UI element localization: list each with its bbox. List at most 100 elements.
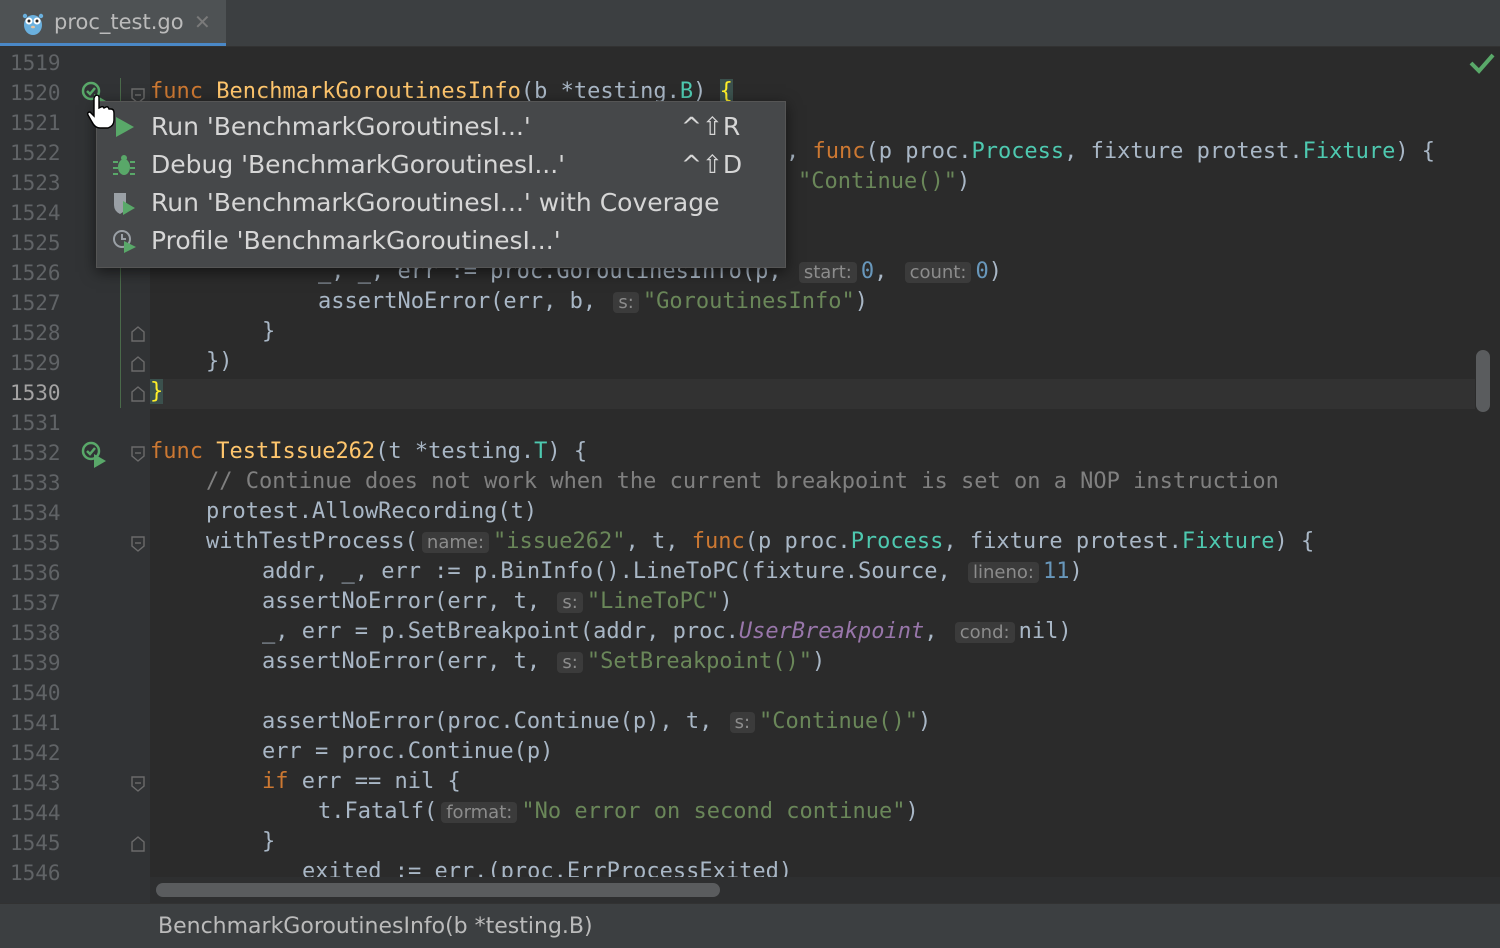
code-line-1523: "Continue()") <box>798 169 970 194</box>
run-context-menu: Run 'BenchmarkGoroutinesI...' ^⇧R Debug … <box>96 101 786 268</box>
coverage-icon <box>114 193 135 215</box>
menu-item-debug[interactable]: Debug 'BenchmarkGoroutinesI...' ^⇧D <box>97 146 787 184</box>
param-hint: s: <box>729 712 756 733</box>
fold-icon[interactable] <box>131 536 145 552</box>
string-literal: "issue262" <box>493 529 626 554</box>
code-line-1545: } <box>262 829 276 854</box>
menu-item-profile[interactable]: Profile 'BenchmarkGoroutinesI...' <box>97 222 787 260</box>
line-number: 1522 <box>10 141 61 165</box>
code-line-1541: assertNoError(proc.Continue(p), t, s: "Co… <box>262 709 931 734</box>
fold-end-icon[interactable] <box>131 386 145 402</box>
punct: ) { <box>547 439 588 464</box>
keyword: func <box>812 139 866 164</box>
run-test-gutter-icon[interactable] <box>80 440 108 468</box>
line-number: 1537 <box>10 591 61 615</box>
hand-cursor-icon <box>87 94 115 129</box>
line-number: 1532 <box>10 441 61 465</box>
editor-tab-bar: proc_test.go ✕ <box>0 0 1500 47</box>
line-number: 1546 <box>10 861 61 885</box>
code-line-1533: // Continue does not work when the curre… <box>206 469 1279 494</box>
tab-filename: proc_test.go <box>54 10 184 34</box>
keyword: if <box>262 769 289 794</box>
line-number: 1542 <box>10 741 61 765</box>
code-line-1537: assertNoError(err, t, s: "LineToPC") <box>262 589 733 614</box>
fold-end-icon[interactable] <box>131 356 145 372</box>
params: (t *testing. <box>375 439 535 464</box>
line-number: 1521 <box>10 111 61 135</box>
string-literal: "LineToPC" <box>586 589 720 614</box>
code-line-1522: , func(p proc.Process, fixture protest.F… <box>786 139 1435 164</box>
line-number: 1544 <box>10 801 61 825</box>
code-line-1542: err = proc.Continue(p) <box>262 739 554 764</box>
param-hint: start: <box>798 262 857 283</box>
code-line-1529: }) <box>206 349 233 374</box>
type-name: Fixture <box>1181 529 1275 554</box>
line-number: 1526 <box>10 261 61 285</box>
number-literal: 0 <box>860 259 875 284</box>
string-literal: "SetBreakpoint()" <box>586 649 813 674</box>
profile-icon <box>113 230 136 253</box>
line-number: 1529 <box>10 351 61 375</box>
menu-item-label: Run 'BenchmarkGoroutinesI...' <box>151 112 531 141</box>
line-number: 1540 <box>10 681 61 705</box>
code-line-1536: addr, _, err := p.BinInfo().LineToPC(fix… <box>262 559 1083 584</box>
fold-end-icon[interactable] <box>131 326 145 342</box>
string-literal: "GoroutinesInfo" <box>642 289 855 314</box>
punct: , <box>924 619 951 644</box>
line-number: 1533 <box>10 471 61 495</box>
code-text: _, err = p.SetBreakpoint(addr, proc. <box>262 619 739 644</box>
code-line-1527: assertNoError(err, b, s: "GoroutinesInfo"… <box>318 289 868 314</box>
keyword: func <box>691 529 745 554</box>
line-number: 1536 <box>10 561 61 585</box>
string-literal: "Continue()" <box>759 709 918 734</box>
fold-icon[interactable] <box>131 446 145 462</box>
param-hint: s: <box>557 652 583 673</box>
fold-icon[interactable] <box>131 776 145 792</box>
type-name: Process <box>850 529 944 554</box>
line-number: 1545 <box>10 831 61 855</box>
type-name: Process <box>971 139 1065 164</box>
code-line-1534: protest.AllowRecording(t) <box>206 499 538 524</box>
code-line-1528: } <box>262 319 276 344</box>
line-number: 1527 <box>10 291 61 315</box>
tab-proc-test-go[interactable]: proc_test.go ✕ <box>0 0 226 46</box>
param-hint: format: <box>441 802 518 823</box>
code-text: t.Fatalf( <box>318 799 438 824</box>
horizontal-scrollbar[interactable] <box>150 877 1500 903</box>
line-number: 1543 <box>10 771 61 795</box>
menu-item-label: Debug 'BenchmarkGoroutinesI...' <box>151 150 566 179</box>
line-number: 1531 <box>10 411 61 435</box>
tab-close-icon[interactable]: ✕ <box>194 10 211 34</box>
horizontal-scrollbar-thumb[interactable] <box>156 883 720 897</box>
fold-end-icon[interactable] <box>131 836 145 852</box>
breadcrumb[interactable]: BenchmarkGoroutinesInfo(b *testing.B) <box>158 914 593 939</box>
punct: , t, <box>625 529 692 554</box>
line-number: 1525 <box>10 231 61 255</box>
keyword: func <box>150 439 203 464</box>
code-line-1546: exited := err.(proc.ErrProcessExited) <box>302 859 793 877</box>
code-line-1543: if err == nil { <box>262 769 461 794</box>
number-literal: 0 <box>975 259 989 284</box>
params: , fixture protest. <box>1064 139 1303 164</box>
code-text: err == nil { <box>288 769 461 794</box>
code-text: withTestProcess( <box>206 529 418 554</box>
code-line-1535: withTestProcess(name: "issue262", t, func… <box>206 529 1314 554</box>
menu-item-run[interactable]: Run 'BenchmarkGoroutinesI...' ^⇧R <box>97 108 787 146</box>
code-line-1532: func TestIssue262(t *testing.T) { <box>150 439 587 464</box>
type-name: T <box>534 439 548 464</box>
punct: , <box>786 139 813 164</box>
status-bar: BenchmarkGoroutinesInfo(b *testing.B) <box>0 903 1500 948</box>
vertical-scrollbar-thumb[interactable] <box>1476 350 1490 412</box>
code-line-1539: assertNoError(err, t, s: "SetBreakpoint()… <box>262 649 825 674</box>
type-name: Fixture <box>1302 139 1396 164</box>
number-literal: 11 <box>1042 559 1070 584</box>
param-hint: count: <box>904 262 972 283</box>
check-icon[interactable] <box>1468 50 1496 76</box>
code-line-1538: _, err = p.SetBreakpoint(addr, proc.User… <box>262 619 1072 644</box>
line-number: 1541 <box>10 711 61 735</box>
gopher-icon <box>22 13 44 35</box>
menu-item-run-with-coverage[interactable]: Run 'BenchmarkGoroutinesI...' with Cover… <box>97 184 787 222</box>
code-line-1530: } <box>150 379 164 404</box>
menu-item-label: Run 'BenchmarkGoroutinesI...' with Cover… <box>151 188 720 217</box>
current-line-number: 1530 <box>10 381 61 405</box>
